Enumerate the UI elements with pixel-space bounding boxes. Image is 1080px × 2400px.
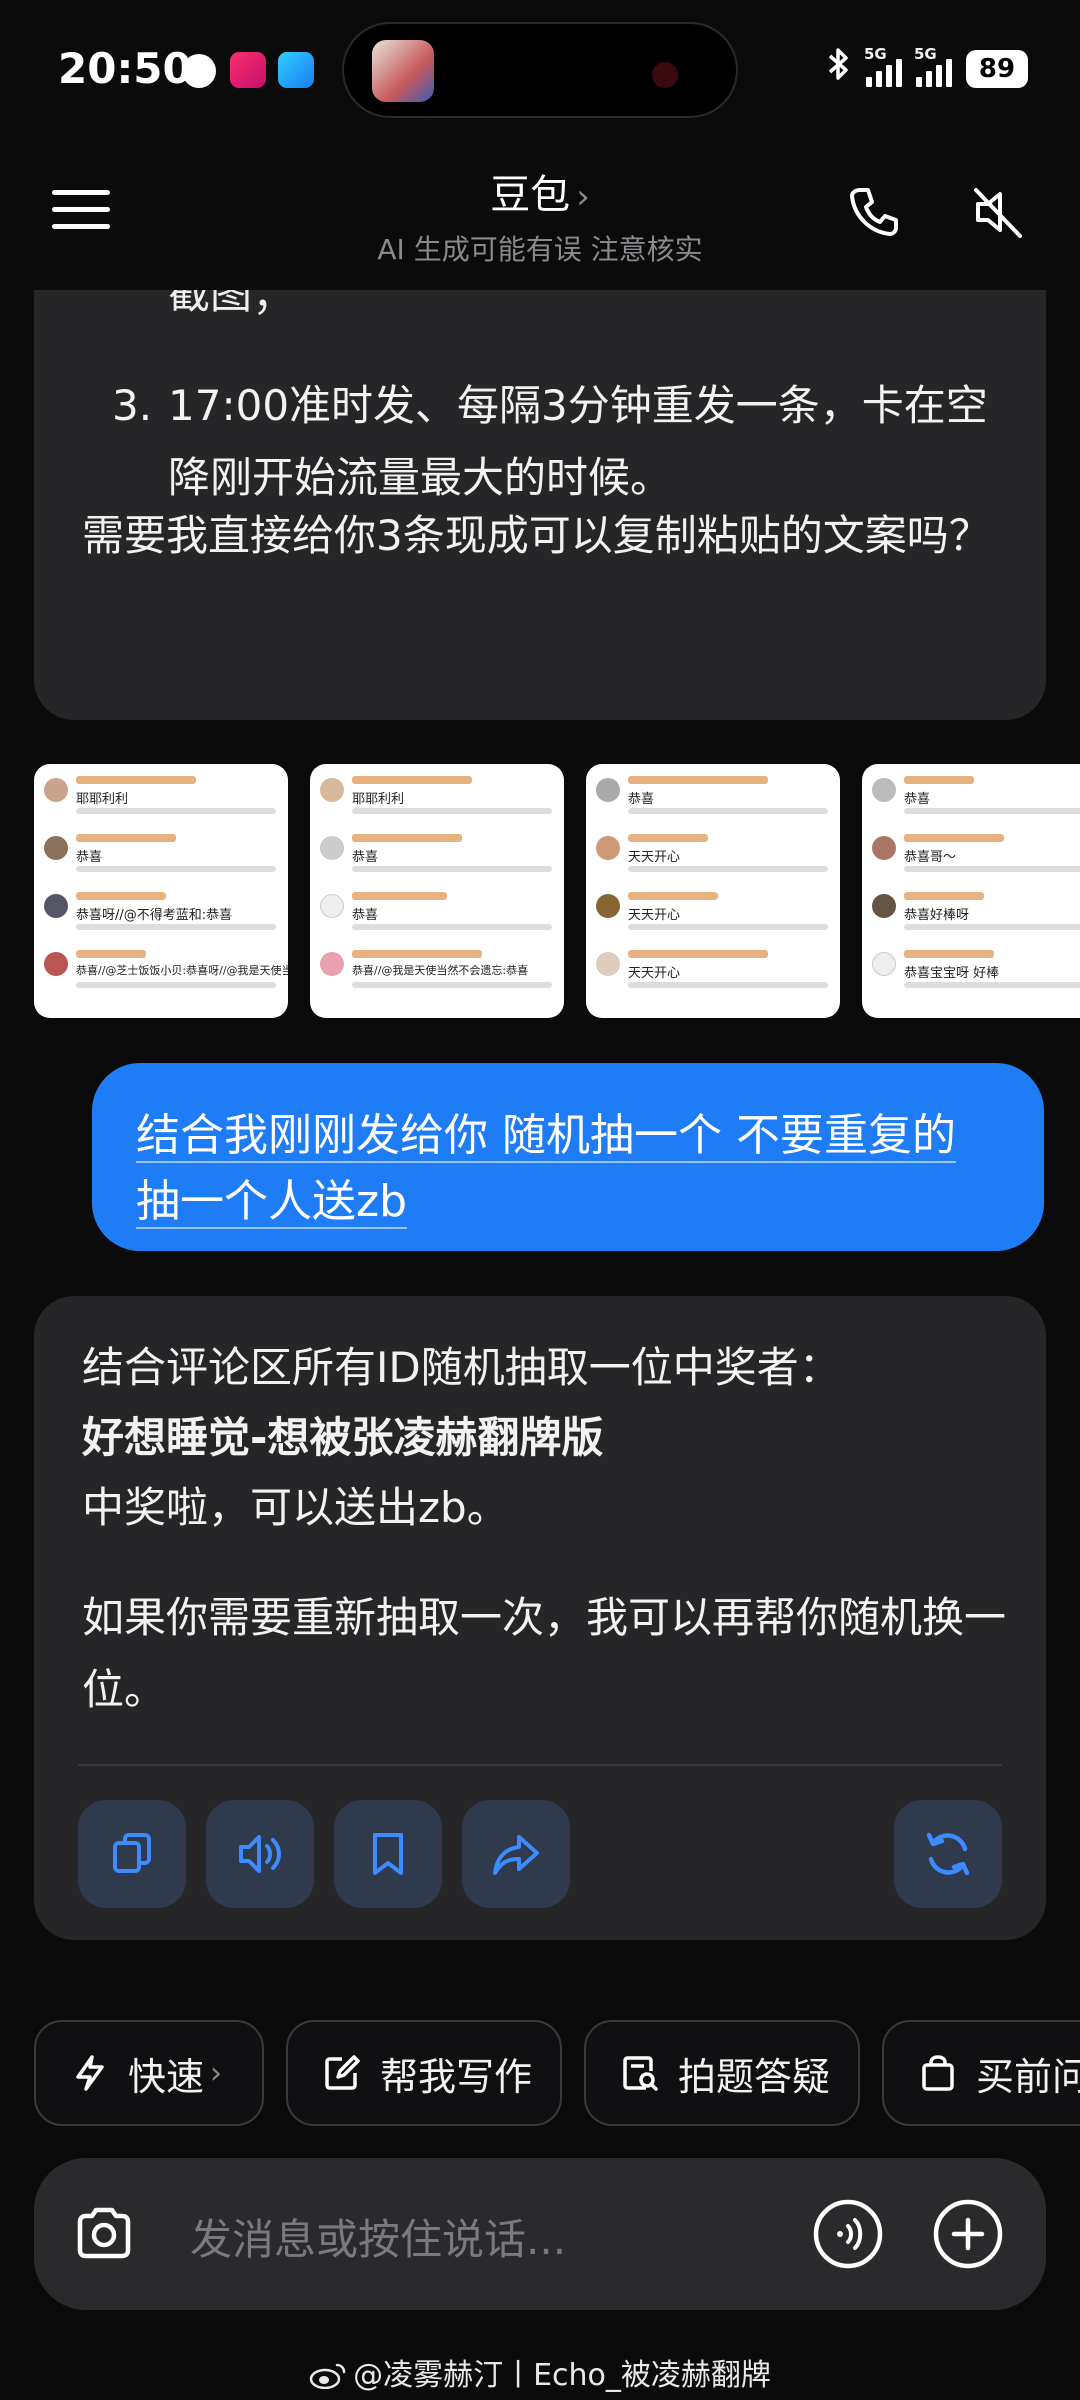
copy-icon[interactable] [78,1800,186,1908]
reply-intro: 结合评论区所有ID随机抽取一位中奖者： [82,1343,841,1392]
chevron-right-icon: › [210,2055,223,2091]
chip-fast-mode[interactable]: 快速 › [34,2020,264,2126]
chat-title-block[interactable]: 豆包 › AI 生成可能有误 注意核实 [0,162,1080,268]
list-item-text: 17:00准时发、每隔3分钟重发一条，卡在空降刚开始流量最大的时候。 [168,381,988,502]
chip-label: 帮我写作 [380,2054,533,2099]
regenerate-icon[interactable] [894,1800,1002,1908]
chat-header: 豆包 › AI 生成可能有误 注意核实 [0,140,1080,290]
divider [78,1764,1002,1766]
thumb-text: 天天开心 [628,908,681,923]
thumb-text: 耶耶利利 [76,792,129,807]
chip-label: 买前问 [976,2054,1080,2099]
message-input[interactable]: 发消息或按住说话... [190,2206,566,2267]
user-message[interactable]: 结合我刚刚发给你 随机抽一个 不要重复的 抽一个人送zb [92,1063,1044,1251]
weibo-icon [309,2363,346,2389]
chip-photo-question[interactable]: 拍题答疑 [584,2020,860,2126]
media-thumbnail [372,40,434,102]
clock: 20:50 [58,44,192,93]
image-thumbnail-3[interactable]: 恭喜 天天开心 天天开心 天天开心 [586,764,840,1018]
chip-help-write[interactable]: 帮我写作 [286,2020,562,2126]
bluetooth-icon [826,46,852,91]
thumb-text: 耶耶利利 [352,792,405,807]
douyin-icon [230,52,266,88]
thumb-text: 恭喜哥～ [904,850,957,865]
recording-indicator [652,62,678,88]
thumb-text: 恭喜宝宝呀 好棒 [904,966,1000,981]
thumb-text: 天天开心 [628,966,681,981]
watermark: @凌雾赫汀丨Echo_被凌赫翻牌 [0,2350,1080,2394]
chip-pre-purchase[interactable]: 买前问 [882,2020,1080,2126]
edit-icon [325,2055,360,2090]
mute-icon[interactable] [966,180,1030,244]
chip-label: 快速 [128,2054,205,2099]
image-thumbnail-4[interactable]: 恭喜 恭喜哥～ 恭喜好棒呀 恭喜宝宝呀 好棒 [862,764,1080,1018]
battery-indicator: 89 [966,49,1028,88]
share-icon[interactable] [462,1800,570,1908]
thumb-text: 恭喜//@芝士饭饭小贝:恭喜呀//@我是天使当然不会遗忘:恭喜 [76,964,288,977]
network-type: 5G [914,44,937,63]
list-item: 3. 17:00准时发、每隔3分钟重发一条，卡在空降刚开始流量最大的时候。 [82,370,1022,514]
follow-up-question: 需要我直接给你3条现成可以复制粘贴的文案吗？ [82,511,991,560]
message-input-bar[interactable]: 发消息或按住说话... [34,2158,1046,2310]
list-number: 3. [112,381,153,430]
watermark-text: @凌雾赫汀丨Echo_被凌赫翻牌 [353,2358,771,2393]
user-message-text: 结合我刚刚发给你 随机抽一个 不要重复的 抽一个人送zb [136,1110,956,1229]
thumb-text: 天天开心 [628,850,681,865]
thumb-text: 恭喜好棒呀 [904,908,970,923]
speaker-icon[interactable] [206,1800,314,1908]
winner-name: 好想睡觉-想被张凌赫翻牌版 [82,1413,604,1462]
thumb-text: 恭喜 [352,850,379,865]
dynamic-island[interactable] [342,22,738,118]
phone-icon[interactable] [842,180,906,244]
network-type: 5G [864,44,887,63]
bolt-icon [76,2055,104,2091]
status-bar: 20:50 5G 5G 89 [0,0,1080,140]
status-icons: 5G 5G 89 [826,45,1028,91]
ai-message-reply: 结合评论区所有ID随机抽取一位中奖者： 好想睡觉-想被张凌赫翻牌版 中奖啦，可以… [34,1296,1046,1940]
chip-label: 拍题答疑 [678,2054,831,2099]
thumb-text: 恭喜呀//@不得考蓝和:恭喜 [76,908,233,923]
image-thumbnail-1[interactable]: 耶耶利利 恭喜 恭喜呀//@不得考蓝和:恭喜 恭喜//@芝士饭饭小贝:恭喜呀//… [34,764,288,1018]
signal-2-icon: 5G [914,45,952,87]
thumb-text: 恭喜 [904,792,931,807]
quick-action-chips: 快速 › 帮我写作 拍题答疑 买前问 [34,2020,1080,2126]
image-attachments: 耶耶利利 恭喜 恭喜呀//@不得考蓝和:恭喜 恭喜//@芝士饭饭小贝:恭喜呀//… [34,764,1080,1018]
camera-icon[interactable] [66,2196,142,2272]
thumb-text: 恭喜 [628,792,655,807]
bookmark-icon[interactable] [334,1800,442,1908]
signal-1-icon: 5G [864,45,902,87]
notification-app-icon [182,54,216,88]
scan-icon [623,2056,658,2091]
thumb-text: 恭喜//@我是天使当然不会遗忘:恭喜 [352,964,529,977]
bag-icon [922,2055,954,2091]
chat-title: 豆包 [490,172,571,218]
message-app-icon [278,52,314,88]
reply-offer: 如果你需要重新抽取一次，我可以再帮你随机换一位。 [82,1593,1007,1714]
thumb-text: 恭喜 [352,908,379,923]
disclaimer-subtitle: AI 生成可能有误 注意核实 [377,233,703,266]
thumb-text: 恭喜 [76,850,103,865]
plus-icon[interactable] [930,2196,1006,2272]
chevron-right-icon: › [576,177,590,217]
image-thumbnail-2[interactable]: 耶耶利利 恭喜 恭喜 恭喜//@我是天使当然不会遗忘:恭喜 [310,764,564,1018]
voice-input-icon[interactable] [810,2196,886,2272]
reply-result: 中奖啦，可以送出zb。 [82,1483,509,1532]
